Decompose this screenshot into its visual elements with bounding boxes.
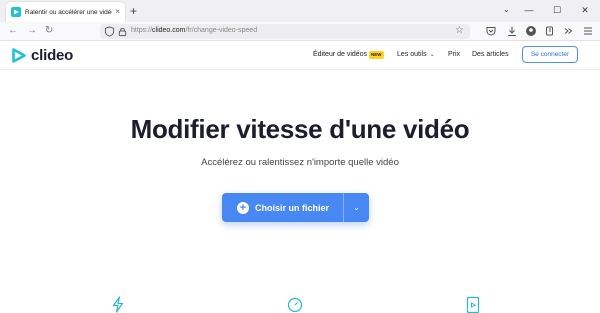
- reload-icon[interactable]: ↻: [45, 25, 53, 37]
- nav-video-editor-link[interactable]: Éditeur de vidéos: [313, 51, 367, 58]
- browser-tab-strip: Ralentir ou accélérer une vidéo × + ⌄ — …: [0, 0, 600, 22]
- login-button[interactable]: Se connecter: [522, 46, 578, 63]
- logo-text: clideo: [31, 47, 74, 64]
- lock-icon[interactable]: [117, 26, 128, 37]
- clideo-favicon-icon: [11, 7, 21, 17]
- minimize-window-button[interactable]: —: [519, 3, 539, 17]
- shield-icon[interactable]: [104, 26, 115, 37]
- star-icon[interactable]: ☆: [455, 25, 464, 36]
- page-subtitle: Accélérez ou ralentissez n'importe quell…: [201, 157, 399, 168]
- url-prefix: https://: [131, 27, 153, 34]
- forward-arrow-icon[interactable]: →: [27, 25, 37, 37]
- video-file-icon: [466, 296, 480, 313]
- upload-source-dropdown[interactable]: ⌄: [344, 193, 369, 222]
- hamburger-menu-icon[interactable]: [582, 25, 594, 37]
- extension-icon[interactable]: [544, 25, 556, 37]
- chevron-down-icon: ⌄: [429, 52, 435, 58]
- maximize-window-button[interactable]: ☐: [547, 3, 567, 17]
- speedometer-icon: [287, 297, 303, 313]
- lightning-icon: [112, 296, 124, 313]
- plus-icon: +: [237, 201, 249, 214]
- new-tab-button[interactable]: +: [130, 4, 137, 18]
- back-arrow-icon[interactable]: ←: [8, 25, 18, 37]
- pocket-icon[interactable]: [485, 25, 497, 37]
- nav-tools-menu[interactable]: Les outils ⌄: [397, 51, 435, 58]
- account-icon[interactable]: [525, 25, 537, 37]
- new-badge: NEW: [369, 51, 384, 59]
- overflow-icon[interactable]: [562, 25, 574, 37]
- url-text[interactable]: https://clideo.com/fr/change-video-speed: [131, 27, 257, 34]
- clideo-logo-icon: [12, 48, 26, 63]
- clideo-logo[interactable]: clideo: [12, 47, 73, 64]
- list-all-tabs-icon[interactable]: ⌄: [503, 5, 510, 14]
- choose-file-button-group: + Choisir un fichier ⌄: [222, 193, 369, 222]
- close-window-button[interactable]: ✕: [575, 3, 595, 17]
- download-icon[interactable]: [506, 25, 518, 37]
- nav-tools-label: Les outils: [397, 51, 427, 58]
- choose-file-label: Choisir un fichier: [255, 202, 330, 213]
- tab-title: Ralentir ou accélérer une vidéo: [25, 8, 113, 16]
- nav-pricing-link[interactable]: Prix: [448, 51, 460, 58]
- url-domain: clideo.com: [152, 27, 186, 34]
- browser-navigation-bar: ← → ↻ https://clideo.com/fr/change-video…: [0, 22, 600, 41]
- choose-file-button[interactable]: + Choisir un fichier: [222, 193, 343, 222]
- site-header: clideo Éditeur de vidéos NEW Les outils ⌄…: [0, 41, 600, 70]
- url-path: /fr/change-video-speed: [185, 27, 258, 34]
- address-bar[interactable]: https://clideo.com/fr/change-video-speed…: [100, 24, 470, 39]
- tab-close-icon[interactable]: ×: [115, 8, 120, 16]
- page-title: Modifier vitesse d'une vidéo: [130, 114, 470, 144]
- nav-articles-link[interactable]: Des articles: [472, 51, 509, 58]
- browser-tab[interactable]: Ralentir ou accélérer une vidéo ×: [6, 2, 125, 22]
